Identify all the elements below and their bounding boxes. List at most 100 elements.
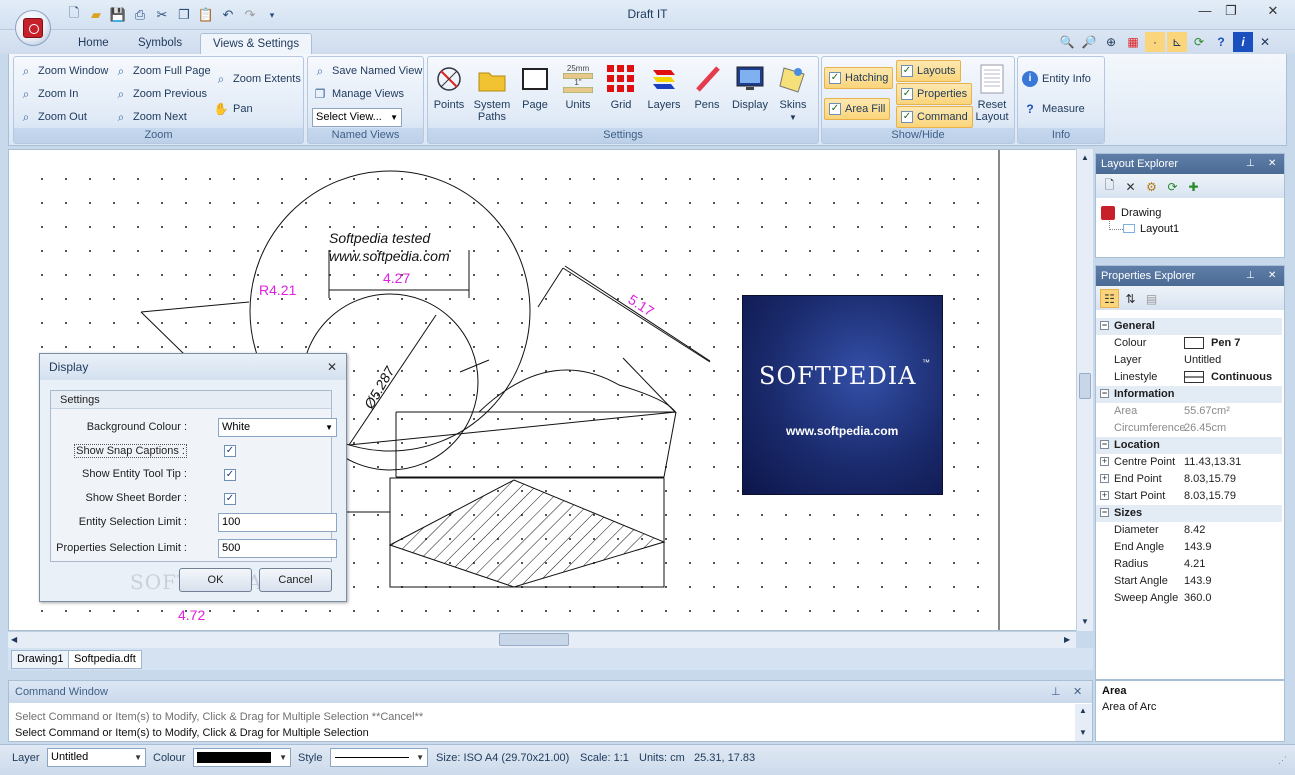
units-button[interactable]: 25mm 1" Units [557,61,599,127]
show-sheet-border-checkbox[interactable]: ✓ [224,493,236,505]
property-value[interactable]: 55.67cm² [1184,403,1230,420]
application-menu-button[interactable] [15,10,51,46]
zoom-in-button[interactable]: ⌕ Zoom In [18,84,79,104]
property-pages-icon[interactable]: ▤ [1142,289,1161,308]
entity-selection-limit-input[interactable]: 100 [218,513,337,532]
property-value[interactable]: Untitled [1184,352,1221,369]
property-row[interactable]: Radius 4.21 [1096,556,1282,573]
info-icon[interactable]: i [1233,32,1253,52]
resize-grip-icon[interactable]: ⋰ [1278,755,1287,766]
property-value[interactable]: 8.03,15.79 [1184,471,1236,488]
property-row[interactable]: Area 55.67cm² [1096,403,1282,420]
close-icon[interactable]: ✕ [1268,154,1276,174]
background-colour-dropdown[interactable]: White ▼ [218,418,337,437]
expand-icon[interactable]: + [1100,457,1109,466]
property-value[interactable]: 8.03,15.79 [1184,488,1236,505]
property-category[interactable]: − Information [1096,386,1282,403]
property-category[interactable]: − Sizes [1096,505,1282,522]
property-row[interactable]: Circumference 26.45cm [1096,420,1282,437]
system-paths-button[interactable]: System Paths [471,61,513,127]
property-category[interactable]: − Location [1096,437,1282,454]
ok-button[interactable]: OK [179,568,252,592]
style-dropdown[interactable]: ▼ [330,748,428,767]
zoom-in-icon[interactable]: 🔎 [1079,32,1099,52]
tab-symbols[interactable]: Symbols [126,33,194,54]
save-named-view-button[interactable]: ⌕ Save Named View [312,61,423,81]
command-scrollbar[interactable]: ▲ ▼ [1075,704,1092,741]
measure-button[interactable]: ? Measure [1022,99,1084,119]
property-value[interactable]: Pen 7 [1184,335,1240,352]
vertical-scroll-thumb[interactable] [1079,373,1091,399]
property-value[interactable]: 26.45cm [1184,420,1226,437]
zoom-out-button[interactable]: ⌕ Zoom Out [18,107,87,127]
property-row[interactable]: Layer Untitled [1096,352,1282,369]
doc-tab-drawing1[interactable]: Drawing1 [11,650,70,669]
categorized-icon[interactable]: ☷ [1100,289,1119,308]
show-snap-captions-checkbox[interactable]: ✓ [224,445,236,457]
property-row[interactable]: Diameter 8.42 [1096,522,1282,539]
close-window-button[interactable]: ✕ [1260,3,1286,21]
manage-views-button[interactable]: ❐ Manage Views [312,84,404,104]
entity-info-button[interactable]: i Entity Info [1022,69,1091,89]
close-ribbon-icon[interactable]: ✕ [1255,32,1275,52]
property-value[interactable]: 360.0 [1184,590,1212,607]
expand-icon[interactable]: + [1100,474,1109,483]
collapse-icon[interactable]: − [1100,321,1109,330]
cancel-button[interactable]: Cancel [259,568,332,592]
close-icon[interactable]: ✕ [1073,681,1082,703]
pens-button[interactable]: Pens [686,61,728,127]
tab-home[interactable]: Home [66,33,121,54]
add-layout-icon[interactable]: ✚ [1184,177,1203,196]
command-prompt-line[interactable]: Select Command or Item(s) to Modify, Cli… [15,727,369,739]
tree-node-drawing[interactable]: Drawing [1121,207,1161,219]
scroll-up-icon[interactable]: ▲ [1081,153,1089,162]
horizontal-scroll-thumb[interactable] [499,633,569,646]
layout-properties-icon[interactable]: ⚙ [1142,177,1161,196]
area-fill-toggle[interactable]: ✓ Area Fill [824,98,891,120]
collapse-icon[interactable]: − [1100,389,1109,398]
pin-icon[interactable]: ⊥ [1246,154,1255,174]
zoom-window-icon[interactable]: 🔍 [1057,32,1077,52]
scroll-up-icon[interactable]: ▲ [1079,706,1087,715]
refresh-layout-icon[interactable]: ⟳ [1163,177,1182,196]
property-row[interactable]: Sweep Angle 360.0 [1096,590,1282,607]
reset-layout-button[interactable]: Reset Layout [972,61,1012,127]
zoom-next-button[interactable]: ⌕ Zoom Next [113,107,187,127]
property-row[interactable]: Start Angle 143.9 [1096,573,1282,590]
property-value[interactable]: 4.21 [1184,556,1205,573]
scroll-down-icon[interactable]: ▼ [1079,728,1087,737]
grid-button[interactable]: Grid [600,61,642,127]
layer-dropdown[interactable]: Untitled ▼ [47,748,146,767]
ortho-icon[interactable]: ⊾ [1167,32,1187,52]
skins-button[interactable]: Skins ▼ [772,61,814,127]
layouts-toggle[interactable]: ✓ Layouts [896,60,961,82]
zoom-extents-button[interactable]: ⌕ Zoom Extents [213,69,301,89]
collapse-icon[interactable]: − [1100,440,1109,449]
property-row[interactable]: + Start Point 8.03,15.79 [1096,488,1282,505]
new-layout-icon[interactable]: 🗋 [1100,177,1119,196]
tree-node-layout1[interactable]: Layout1 [1140,223,1179,235]
properties-selection-limit-input[interactable]: 500 [218,539,337,558]
property-category[interactable]: − General [1096,318,1282,335]
scroll-down-icon[interactable]: ▼ [1081,617,1089,626]
command-toggle[interactable]: ✓ Command [896,106,973,128]
refresh-icon[interactable]: ⟳ [1189,32,1209,52]
tab-views-settings[interactable]: Views & Settings [200,33,313,54]
help-icon[interactable]: ? [1211,32,1231,52]
properties-toggle[interactable]: ✓ Properties [896,83,973,105]
snap-icon[interactable]: · [1145,32,1165,52]
delete-layout-icon[interactable]: ✕ [1121,177,1140,196]
pin-icon[interactable]: ⊥ [1246,266,1255,286]
property-value[interactable]: Continuous [1184,369,1272,386]
show-entity-tooltip-checkbox[interactable]: ✓ [224,469,236,481]
property-row[interactable]: End Angle 143.9 [1096,539,1282,556]
maximize-button[interactable]: ❐ [1218,3,1244,21]
grid-icon[interactable]: ▦ [1123,32,1143,52]
property-value[interactable]: 11.43,13.31 [1184,454,1241,471]
close-icon[interactable]: ✕ [327,354,337,380]
pan-button[interactable]: ✋ Pan [213,99,253,119]
display-button[interactable]: Display [729,61,771,127]
collapse-icon[interactable]: − [1100,508,1109,517]
vertical-scrollbar[interactable]: ▲ ▼ [1076,149,1093,631]
doc-tab-softpedia[interactable]: Softpedia.dft [68,650,142,669]
